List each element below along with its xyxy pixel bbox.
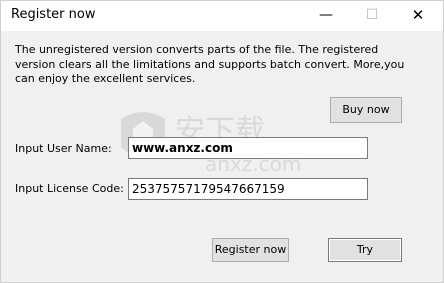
minimize-button[interactable]: —	[303, 1, 349, 31]
register-now-button[interactable]: Register now	[212, 238, 289, 262]
user-name-label: Input User Name:	[15, 142, 112, 155]
license-code-input[interactable]: 253757571795476671​59	[128, 178, 368, 200]
close-button[interactable]: ✕	[395, 1, 441, 31]
window-title: Register now	[11, 7, 96, 22]
maximize-button[interactable]: ☐	[349, 1, 395, 31]
try-button[interactable]: Try	[328, 238, 402, 262]
registration-message: The unregistered version converts parts …	[15, 43, 405, 85]
license-code-label: Input License Code:	[15, 182, 124, 195]
user-name-input[interactable]: www.anxz.com	[128, 137, 368, 159]
buy-now-button[interactable]: Buy now	[330, 97, 402, 123]
user-name-value: www.anxz.com	[132, 141, 233, 155]
license-code-value: 253757571795476671​59	[132, 182, 285, 196]
register-dialog: Register now — ☐ ✕ The unregistered vers…	[0, 0, 444, 283]
title-bar[interactable]: Register now — ☐ ✕	[1, 1, 443, 31]
